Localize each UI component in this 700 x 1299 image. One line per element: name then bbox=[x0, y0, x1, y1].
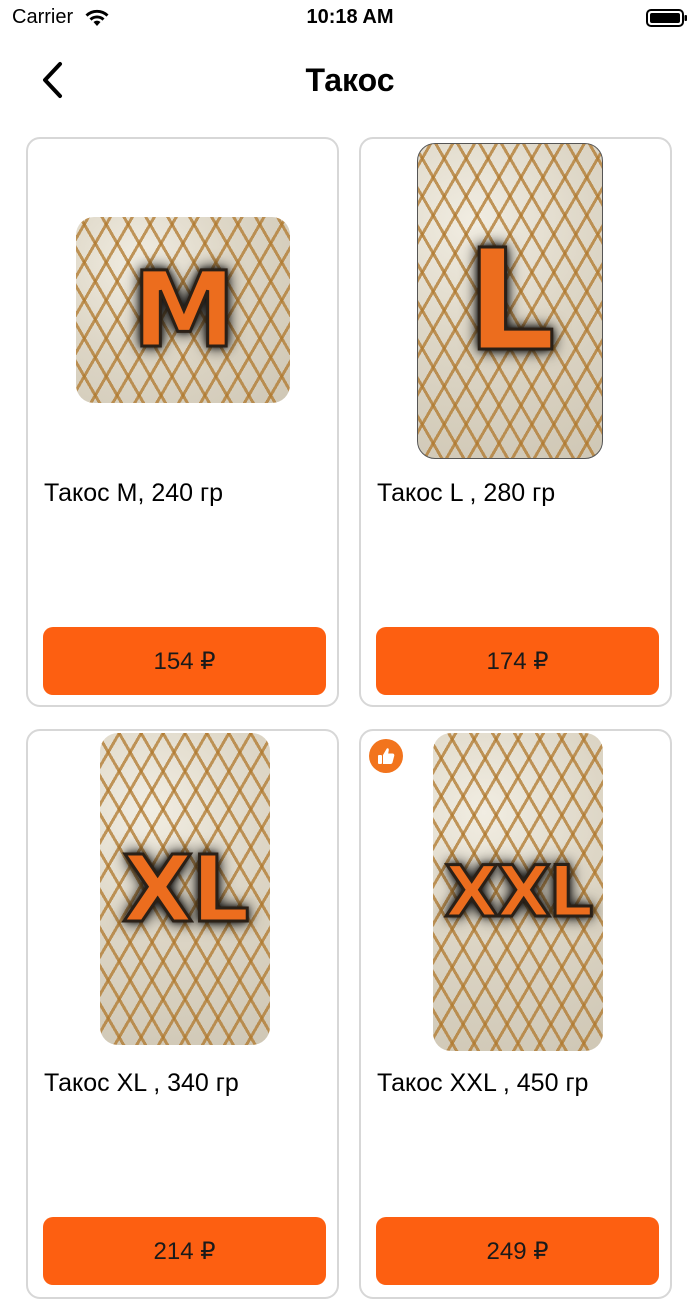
product-card-l[interactable]: L Такос L , 280 гр 174 ₽ bbox=[359, 137, 672, 707]
product-title: Такос M, 240 гр bbox=[44, 479, 224, 507]
price-button[interactable]: 154 ₽ bbox=[43, 627, 326, 695]
product-title: Такос XXL , 450 гр bbox=[377, 1069, 589, 1097]
product-card-xxl[interactable]: XXL Такос XXL , 450 гр 249 ₽ bbox=[359, 729, 672, 1299]
product-title: Такос L , 280 гр bbox=[377, 479, 556, 507]
size-label: XXL bbox=[443, 850, 595, 935]
price-button[interactable]: 249 ₽ bbox=[376, 1217, 659, 1285]
battery-icon bbox=[646, 9, 687, 27]
clock: 10:18 AM bbox=[306, 6, 394, 28]
product-image: XL bbox=[100, 733, 270, 1045]
page-title: Такос bbox=[305, 62, 395, 98]
size-label: XL bbox=[121, 834, 252, 944]
product-image: XXL bbox=[433, 733, 603, 1051]
product-image: L bbox=[417, 143, 603, 459]
product-card-m[interactable]: M Такос M, 240 гр 154 ₽ bbox=[26, 137, 339, 707]
thumbs-up-icon bbox=[378, 748, 395, 764]
navigation-bar: Такос bbox=[0, 40, 700, 124]
price-button[interactable]: 214 ₽ bbox=[43, 1217, 326, 1285]
product-image: M bbox=[76, 217, 290, 403]
size-label: L bbox=[465, 218, 557, 384]
size-label: M bbox=[131, 248, 237, 373]
status-bar: Carrier 10:18 AM bbox=[0, 0, 700, 40]
price-button[interactable]: 174 ₽ bbox=[376, 627, 659, 695]
product-title: Такос XL , 340 гр bbox=[44, 1069, 239, 1097]
product-card-xl[interactable]: XL Такос XL , 340 гр 214 ₽ bbox=[26, 729, 339, 1299]
like-badge bbox=[369, 739, 403, 773]
